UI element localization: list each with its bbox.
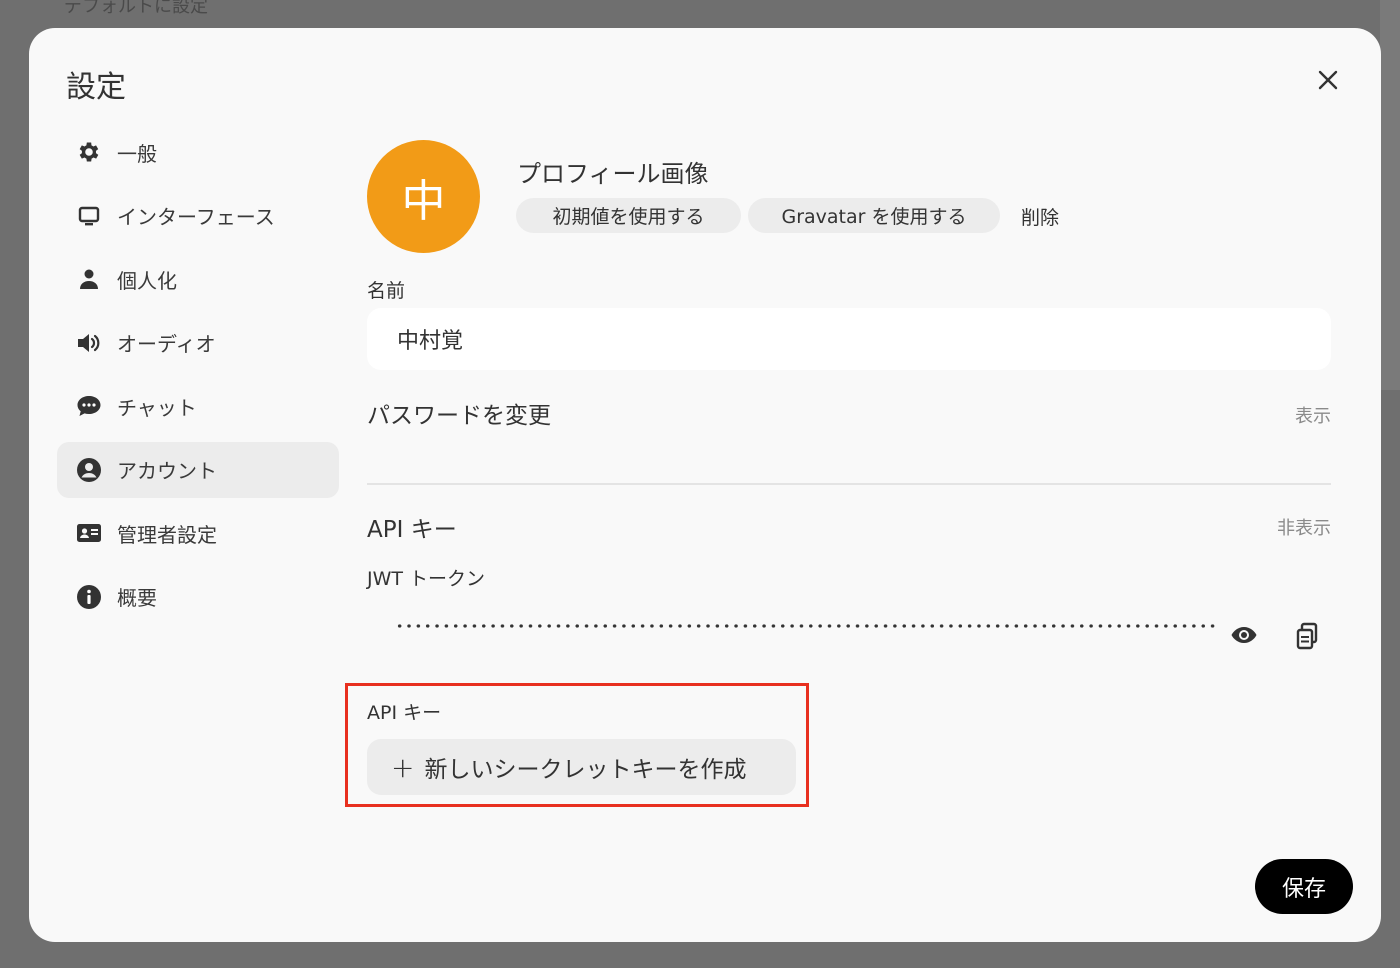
api-key-sublabel: API キー xyxy=(367,702,442,724)
name-field[interactable] xyxy=(367,308,1331,370)
jwt-token-masked-value xyxy=(395,618,1215,634)
sidebar-item-interface[interactable]: インターフェース xyxy=(57,188,339,244)
clipboard-icon xyxy=(1296,622,1318,650)
sidebar-item-label: アカウント xyxy=(117,459,217,483)
sidebar-item-audio[interactable]: オーディオ xyxy=(57,315,339,371)
api-keys-hide-toggle[interactable]: 非表示 xyxy=(1277,514,1331,540)
change-password-label: パスワードを変更 xyxy=(367,403,551,429)
name-label: 名前 xyxy=(367,280,406,302)
modal-title: 設定 xyxy=(66,70,126,105)
sidebar-item-general[interactable]: 一般 xyxy=(57,124,339,180)
api-keys-label: API キー xyxy=(367,517,457,543)
sidebar-item-about[interactable]: 概要 xyxy=(57,569,339,625)
divider xyxy=(367,483,1331,485)
sidebar-item-label: オーディオ xyxy=(117,332,216,356)
delete-avatar-button[interactable]: 削除 xyxy=(1021,203,1059,230)
jwt-token-label: JWT トークン xyxy=(367,568,486,590)
create-secret-key-label: 新しいシークレットキーを作成 xyxy=(424,757,747,783)
use-default-button[interactable]: 初期値を使用する xyxy=(516,198,741,233)
account-circle-icon xyxy=(75,456,103,484)
user-icon xyxy=(75,265,103,293)
speaker-icon xyxy=(75,329,103,357)
create-secret-key-button[interactable]: + 新しいシークレットキーを作成 xyxy=(367,739,796,795)
sidebar-item-label: 概要 xyxy=(117,586,157,610)
monitor-icon xyxy=(75,202,103,230)
background-panel xyxy=(1380,0,1400,390)
sidebar-item-personalization[interactable]: 個人化 xyxy=(57,251,339,307)
close-button[interactable] xyxy=(1312,64,1344,96)
sidebar-item-label: チャット xyxy=(117,395,197,420)
profile-image-label: プロフィール画像 xyxy=(517,160,709,188)
sidebar-item-admin-settings[interactable]: 管理者設定 xyxy=(57,505,339,561)
gear-icon xyxy=(75,138,103,166)
id-card-icon xyxy=(75,519,103,547)
settings-sidebar: 一般 インターフェース 個人化 オーディオ チャット アカウント 管理者設定 概… xyxy=(57,124,339,632)
show-token-button[interactable] xyxy=(1230,624,1258,646)
sidebar-item-label: インターフェース xyxy=(117,205,275,229)
chat-icon xyxy=(75,392,103,420)
avatar[interactable]: 中 xyxy=(367,140,480,253)
sidebar-item-label: 管理者設定 xyxy=(117,522,217,547)
plus-icon: + xyxy=(391,750,415,784)
settings-modal: 設定 一般 インターフェース 個人化 オーディオ チャット アカウント 管理者設… xyxy=(29,28,1381,942)
background-default-label: デフォルトに設定 xyxy=(64,0,208,17)
info-icon xyxy=(75,583,103,611)
password-show-toggle[interactable]: 表示 xyxy=(1295,402,1331,428)
sidebar-item-account[interactable]: アカウント xyxy=(57,441,339,498)
use-gravatar-button[interactable]: Gravatar を使用する xyxy=(748,198,1000,233)
copy-token-button[interactable] xyxy=(1296,622,1318,650)
sidebar-item-chat[interactable]: チャット xyxy=(57,378,339,434)
close-icon xyxy=(1318,70,1338,90)
sidebar-item-label: 一般 xyxy=(117,141,157,166)
sidebar-item-label: 個人化 xyxy=(117,268,177,293)
eye-icon xyxy=(1231,627,1257,643)
save-button[interactable]: 保存 xyxy=(1255,859,1353,914)
